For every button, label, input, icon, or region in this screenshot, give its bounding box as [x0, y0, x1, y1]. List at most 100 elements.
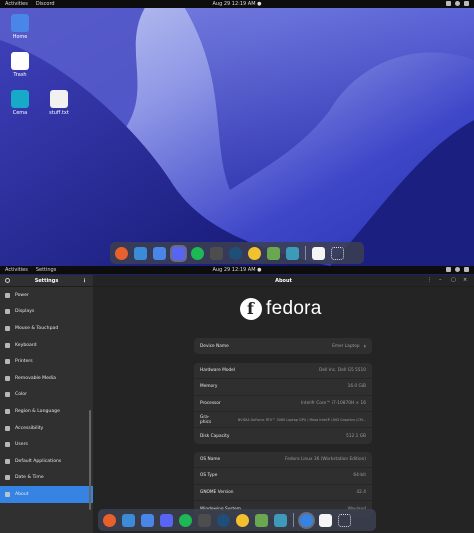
- sidebar-item-about[interactable]: About: [0, 486, 93, 503]
- sidebar-item-color[interactable]: Color: [0, 387, 93, 404]
- minimize-icon[interactable]: –: [439, 278, 444, 283]
- software-row: OS Type 64-bit: [194, 468, 372, 485]
- close-icon[interactable]: ×: [463, 278, 468, 283]
- system-tray[interactable]: [446, 267, 469, 272]
- row-value: Intel® Core™ i7-10870H × 16: [301, 400, 366, 406]
- files-icon[interactable]: [134, 246, 147, 260]
- mail-icon[interactable]: [153, 246, 166, 260]
- sidebar-item-power[interactable]: Power: [0, 287, 93, 304]
- row-value: 16.0 GiB: [347, 384, 366, 390]
- software-row: GNOME Version 42.4: [194, 485, 372, 501]
- sidebar-scrollbar[interactable]: [89, 410, 91, 510]
- desktop-icon-label: Home: [12, 34, 28, 40]
- clock[interactable]: Aug 29 12:19 AM ●: [0, 267, 474, 273]
- minecraft-icon[interactable]: [255, 513, 268, 527]
- window-menu-icon[interactable]: ⋮: [427, 278, 432, 283]
- recycle-icon[interactable]: [312, 246, 325, 260]
- accessibility-icon: [5, 425, 10, 431]
- discord-icon[interactable]: [160, 513, 173, 527]
- row-label: OS Name: [200, 457, 221, 463]
- gnome-settings-icon[interactable]: [300, 513, 313, 527]
- sidebar-item-removable-media[interactable]: Removable Media: [0, 370, 93, 387]
- firefox-icon[interactable]: [115, 246, 128, 260]
- terminal-icon[interactable]: [210, 246, 223, 260]
- maximize-icon[interactable]: ▢: [451, 278, 456, 283]
- settings-window: Settings ⋮ Power Displays Mouse & Touchp…: [0, 275, 474, 533]
- app-menu[interactable]: Discord: [36, 1, 55, 7]
- chevron-right-icon: ›: [363, 342, 366, 350]
- desktop-icon-stuff-txt[interactable]: stuff.txt: [44, 90, 74, 116]
- sidebar-list: Power Displays Mouse & Touchpad Keyboard…: [0, 287, 93, 503]
- steam-icon[interactable]: [217, 513, 230, 527]
- app-menu[interactable]: Settings: [36, 267, 57, 273]
- row-value: NVIDIA GeForce RTX™ 3060 Laptop GPU / Me…: [237, 417, 366, 422]
- volume-icon: [455, 267, 460, 272]
- wallpaper: [0, 0, 474, 266]
- sidebar-item-label: About: [15, 491, 29, 497]
- files-icon[interactable]: [122, 513, 135, 527]
- menu-icon[interactable]: ⋮: [82, 278, 87, 284]
- sidebar-item-accessibility[interactable]: Accessibility: [0, 420, 93, 437]
- printer-icon: [5, 359, 10, 365]
- sidebar-item-displays[interactable]: Displays: [0, 304, 93, 321]
- sidebar-item-printers[interactable]: Printers: [0, 353, 93, 370]
- row-value: 64-bit: [353, 473, 366, 479]
- fedora-wordmark: fedora: [266, 298, 322, 319]
- minecraft-icon[interactable]: [267, 246, 280, 260]
- row-label: Gra- phics: [200, 414, 212, 425]
- settings-icon[interactable]: [274, 513, 287, 527]
- device-name-row[interactable]: Device Name Emer Laptop ›: [194, 338, 372, 354]
- sidebar-item-label: Removable Media: [15, 375, 56, 381]
- row-value: Emer Laptop: [332, 343, 360, 349]
- steam-icon[interactable]: [229, 246, 242, 260]
- settings-icon[interactable]: [286, 246, 299, 260]
- users-icon: [5, 442, 10, 448]
- text-file-icon: [50, 90, 68, 108]
- hardware-row: Disk Capacity 512.1 GB: [194, 428, 372, 444]
- desktop-screen: Activities Discord Aug 29 12:19 AM ● Hom…: [0, 0, 474, 266]
- cema-app-icon: [11, 90, 29, 108]
- spotify-icon[interactable]: [179, 513, 192, 527]
- sidebar-title: Settings: [34, 277, 59, 284]
- mail-icon[interactable]: [141, 513, 154, 527]
- settings-sidebar: Settings ⋮ Power Displays Mouse & Touchp…: [0, 275, 93, 533]
- desktop-icon-trash[interactable]: Trash: [5, 52, 35, 78]
- battery-icon: [464, 1, 469, 6]
- color-icon: [5, 392, 10, 398]
- hardware-row: Hardware Model Dell Inc. Dell G5 5510: [194, 363, 372, 380]
- activities-button[interactable]: Activities: [5, 1, 28, 7]
- terminal-icon[interactable]: [198, 513, 211, 527]
- system-tray[interactable]: [446, 1, 469, 6]
- star-icon: [5, 458, 10, 464]
- software-card: OS Name Fedora Linux 36 (Workstation Edit…: [194, 452, 372, 518]
- sidebar-item-users[interactable]: Users: [0, 436, 93, 453]
- search-icon[interactable]: [5, 278, 10, 283]
- recycle-icon[interactable]: [319, 513, 332, 527]
- sidebar-item-mouse-touchpad[interactable]: Mouse & Touchpad: [0, 320, 93, 337]
- firefox-icon[interactable]: [103, 513, 116, 527]
- sidebar-item-date-time[interactable]: Date & Time: [0, 470, 93, 487]
- panel-header: About: [93, 275, 474, 287]
- photos-icon[interactable]: [236, 513, 249, 527]
- desktop-icon-label: Trash: [13, 72, 27, 78]
- clock[interactable]: Aug 29 12:19 AM ●: [0, 1, 474, 7]
- row-label: Memory: [200, 384, 218, 390]
- software-row: OS Name Fedora Linux 36 (Workstation Edit…: [194, 452, 372, 469]
- desktop-icon-cema[interactable]: Cema: [5, 90, 35, 116]
- desktop-icon-home[interactable]: Home: [5, 14, 35, 40]
- discord-icon[interactable]: [172, 246, 185, 260]
- row-value: Dell Inc. Dell G5 5510: [319, 368, 366, 374]
- activities-button[interactable]: Activities: [5, 267, 28, 273]
- hardware-row: Gra- phics NVIDIA GeForce RTX™ 3060 Lapto…: [194, 412, 372, 429]
- sidebar-item-label: Date & Time: [15, 475, 44, 481]
- display-icon: [5, 309, 10, 315]
- keyboard-icon: [5, 342, 10, 348]
- app-grid-icon[interactable]: [338, 513, 351, 527]
- spotify-icon[interactable]: [191, 246, 204, 260]
- home-folder-icon: [11, 14, 29, 32]
- photos-icon[interactable]: [248, 246, 261, 260]
- app-grid-icon[interactable]: [331, 246, 344, 260]
- sidebar-item-default-applications[interactable]: Default Applications: [0, 453, 93, 470]
- sidebar-item-region-language[interactable]: Region & Language: [0, 403, 93, 420]
- sidebar-item-keyboard[interactable]: Keyboard: [0, 337, 93, 354]
